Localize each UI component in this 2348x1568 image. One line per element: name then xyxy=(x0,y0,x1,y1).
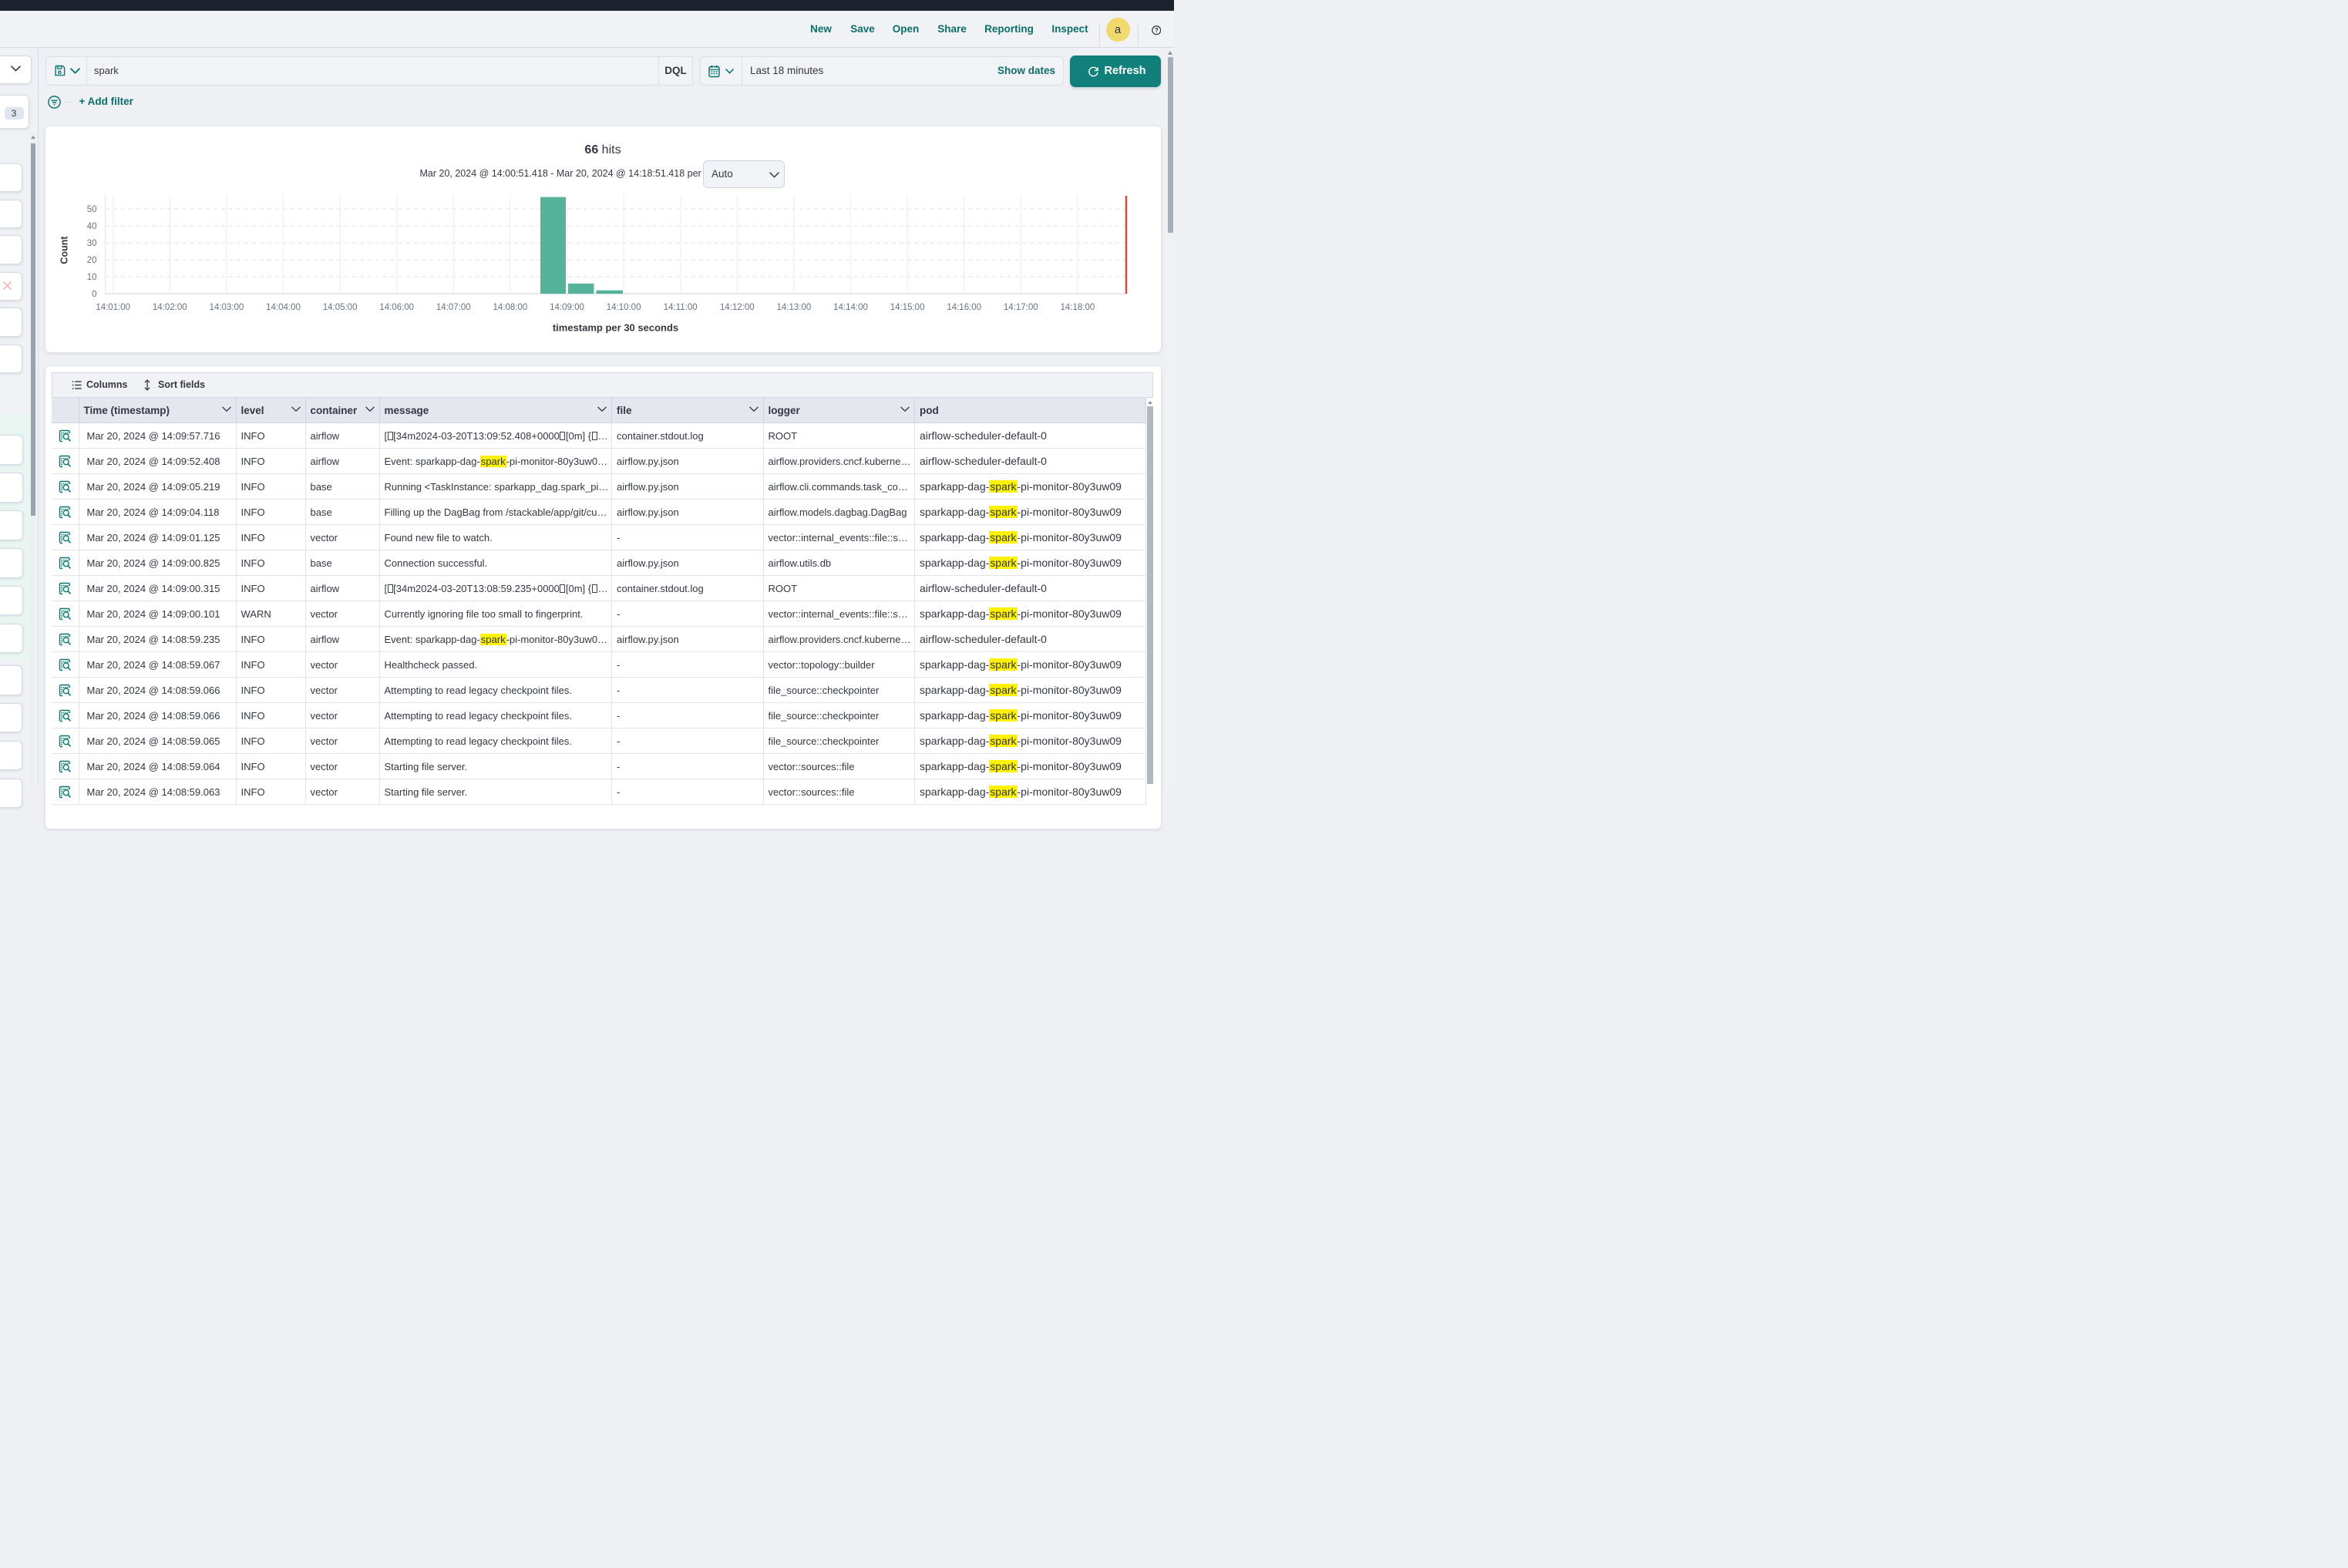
svg-text:14:07:00: 14:07:00 xyxy=(436,303,470,312)
svg-text:14:02:00: 14:02:00 xyxy=(152,303,187,312)
svg-text:14:06:00: 14:06:00 xyxy=(379,303,414,312)
svg-text:14:05:00: 14:05:00 xyxy=(322,303,357,312)
svg-text:14:15:00: 14:15:00 xyxy=(890,303,924,312)
svg-text:?: ? xyxy=(1154,27,1158,34)
svg-text:40: 40 xyxy=(86,222,96,231)
svg-text:14:17:00: 14:17:00 xyxy=(1003,303,1038,312)
svg-text:10: 10 xyxy=(86,273,96,282)
svg-text:14:12:00: 14:12:00 xyxy=(719,303,754,312)
svg-text:30: 30 xyxy=(86,239,96,248)
svg-text:14:18:00: 14:18:00 xyxy=(1060,303,1095,312)
svg-text:Count: Count xyxy=(59,235,69,264)
svg-text:14:16:00: 14:16:00 xyxy=(947,303,981,312)
svg-text:50: 50 xyxy=(86,205,96,214)
svg-text:14:11:00: 14:11:00 xyxy=(663,303,697,312)
svg-text:14:08:00: 14:08:00 xyxy=(493,303,527,312)
svg-text:14:14:00: 14:14:00 xyxy=(833,303,868,312)
svg-text:14:03:00: 14:03:00 xyxy=(209,303,244,312)
svg-text:timestamp per 30 seconds: timestamp per 30 seconds xyxy=(552,321,678,333)
svg-text:14:13:00: 14:13:00 xyxy=(776,303,811,312)
svg-text:0: 0 xyxy=(92,290,96,299)
svg-text:14:01:00: 14:01:00 xyxy=(96,303,130,312)
svg-text:14:04:00: 14:04:00 xyxy=(266,303,301,312)
svg-text:20: 20 xyxy=(86,256,96,265)
svg-text:14:09:00: 14:09:00 xyxy=(550,303,584,312)
svg-text:14:10:00: 14:10:00 xyxy=(606,303,641,312)
